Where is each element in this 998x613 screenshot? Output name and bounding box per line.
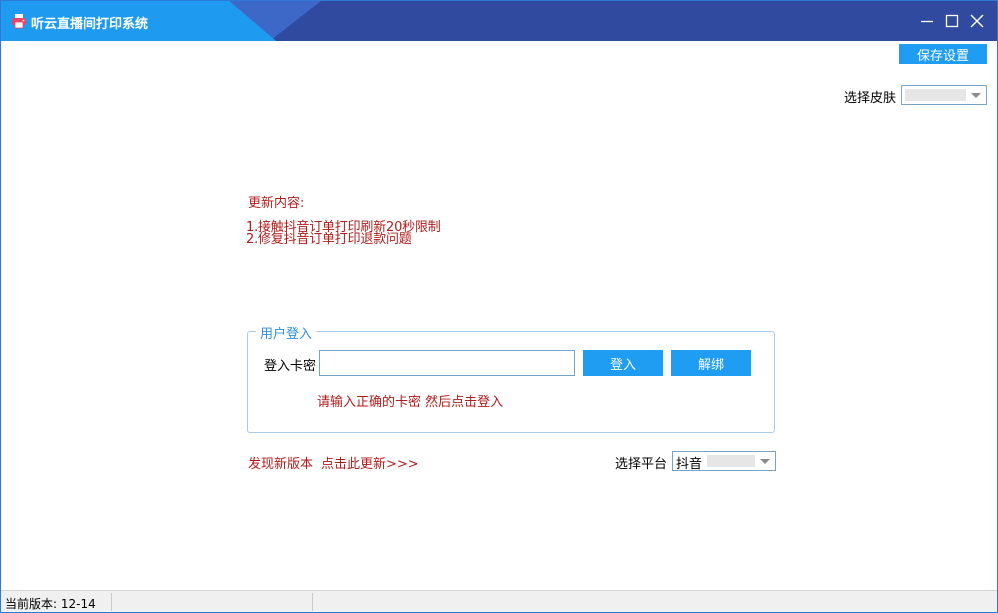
platform-select-value-area [707,455,755,467]
update-item: 2.修复抖音订单打印退款问题 [246,232,412,247]
printer-icon [11,13,27,29]
login-group [247,331,775,433]
minimize-icon[interactable] [917,11,937,31]
status-bar: 当前版本: 12-14 [1,590,997,612]
skin-select[interactable] [901,85,987,105]
new-version-label: 发现新版本 [248,457,314,472]
card-label: 登入卡密 [264,359,317,374]
login-hint: 请输入正确的卡密 然后点击登入 [317,395,504,410]
chevron-down-icon [760,459,770,464]
update-link[interactable]: 点击此更新>>> [321,453,419,472]
skin-label: 选择皮肤 [844,91,897,106]
app-window: 听云直播间打印系统 保存设置 选择皮肤 更新内容: 1.接触抖音订单打印刷新20… [0,0,998,613]
save-settings-button[interactable]: 保存设置 [899,44,987,64]
platform-select-value: 抖音 [676,457,703,472]
platform-select[interactable]: 抖音 [672,451,776,472]
status-divider [111,593,112,611]
chevron-down-icon [971,93,981,98]
close-icon[interactable] [967,11,987,31]
status-divider [312,593,313,611]
card-key-input[interactable] [319,350,575,376]
platform-label: 选择平台 [615,457,668,472]
update-title: 更新内容: [248,196,305,211]
window-title: 听云直播间打印系统 [31,17,149,32]
unbind-button[interactable]: 解绑 [671,350,751,376]
maximize-icon[interactable] [942,11,962,31]
login-group-title: 用户登入 [256,323,317,342]
version-status: 当前版本: 12-14 [5,597,96,611]
skin-select-value-area [905,89,966,101]
title-bar[interactable]: 听云直播间打印系统 [1,1,997,41]
login-button[interactable]: 登入 [583,350,663,376]
